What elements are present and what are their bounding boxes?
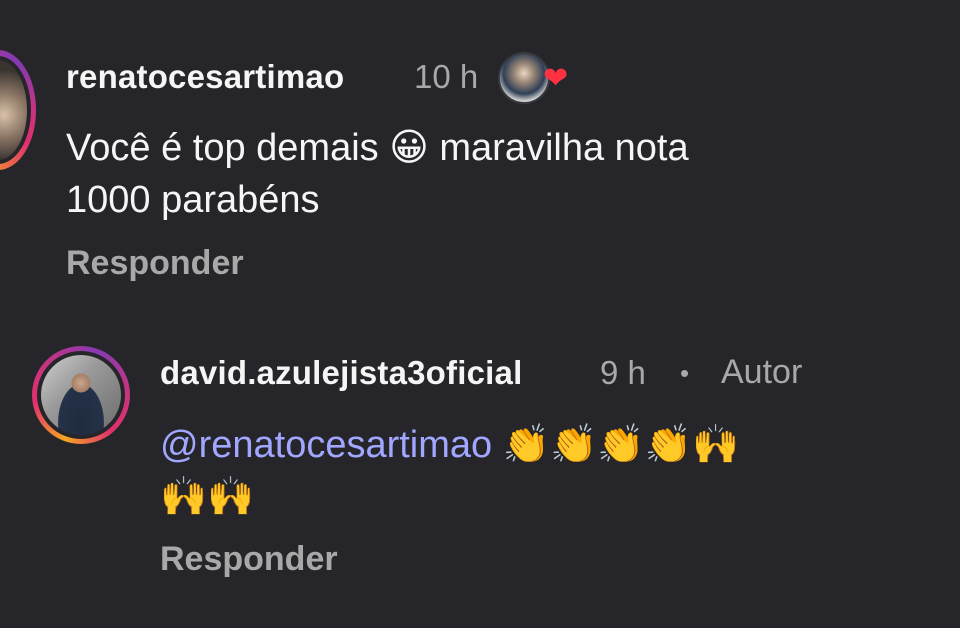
comment-timestamp: 10 h <box>414 58 479 95</box>
comment-text-line-1: Você é top demais 😀 maravilha nota <box>66 127 689 169</box>
heart-icon: ❤ <box>543 62 569 95</box>
separator-dot: • <box>680 358 690 388</box>
reply-button[interactable]: Responder <box>160 540 338 579</box>
reply-username[interactable]: david.azulejista3oficial <box>160 354 522 392</box>
comment-text-line-2: 1000 parabéns <box>66 179 320 221</box>
reply-text-line-1: @renatocesartimao 👏👏👏👏🙌 <box>160 418 739 471</box>
reply-text-line-2: 🙌🙌 <box>160 474 255 518</box>
emoji-group: 👏👏👏👏🙌 <box>502 422 740 466</box>
comment-username[interactable]: renatocesartimao <box>66 58 344 96</box>
author-badge: Autor <box>721 353 803 391</box>
commenter-avatar[interactable] <box>0 50 38 172</box>
author-avatar[interactable] <box>32 346 132 446</box>
reply-timestamp: 9 h <box>600 354 646 391</box>
reply-button[interactable]: Responder <box>66 244 244 283</box>
avatar-photo <box>41 355 121 435</box>
mention-link[interactable]: @renatocesartimao <box>160 424 492 466</box>
